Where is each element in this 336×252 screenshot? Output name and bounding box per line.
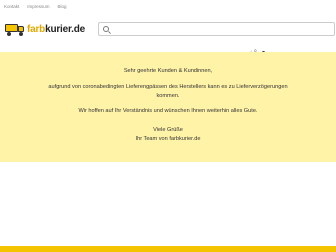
search-icon[interactable] <box>103 26 109 32</box>
delivery-notice: Sehr geehrte Kunden & Kundinnen, aufgrun… <box>0 52 336 162</box>
notice-signature: Ihr Team von farbkurier.de <box>135 136 201 142</box>
notice-text: aufgrund von coronabedingten Lieferengpä… <box>48 84 288 90</box>
link-kontakt[interactable]: Kontakt <box>4 4 19 9</box>
bottom-accent-bar <box>0 246 336 252</box>
brand-name: farbkurier.de <box>27 23 85 35</box>
link-impressum[interactable]: Impressum <box>27 4 49 9</box>
truck-icon <box>5 23 24 36</box>
notice-regards: Viele Grüße <box>153 127 183 133</box>
top-links-bar: Kontakt Impressum Blog <box>0 0 336 12</box>
site-header: farbkurier.de <box>0 12 336 46</box>
notice-greeting: Sehr geehrte Kunden & Kundinnen, <box>123 68 213 74</box>
notice-wish: Wir hoffen auf Ihr Verständnis und wünsc… <box>78 108 258 114</box>
notice-text-cont: kommen. <box>156 93 180 99</box>
search-box[interactable] <box>98 22 335 36</box>
site-logo[interactable]: farbkurier.de <box>5 23 85 36</box>
link-blog[interactable]: Blog <box>58 4 67 9</box>
search-input[interactable] <box>112 26 312 32</box>
